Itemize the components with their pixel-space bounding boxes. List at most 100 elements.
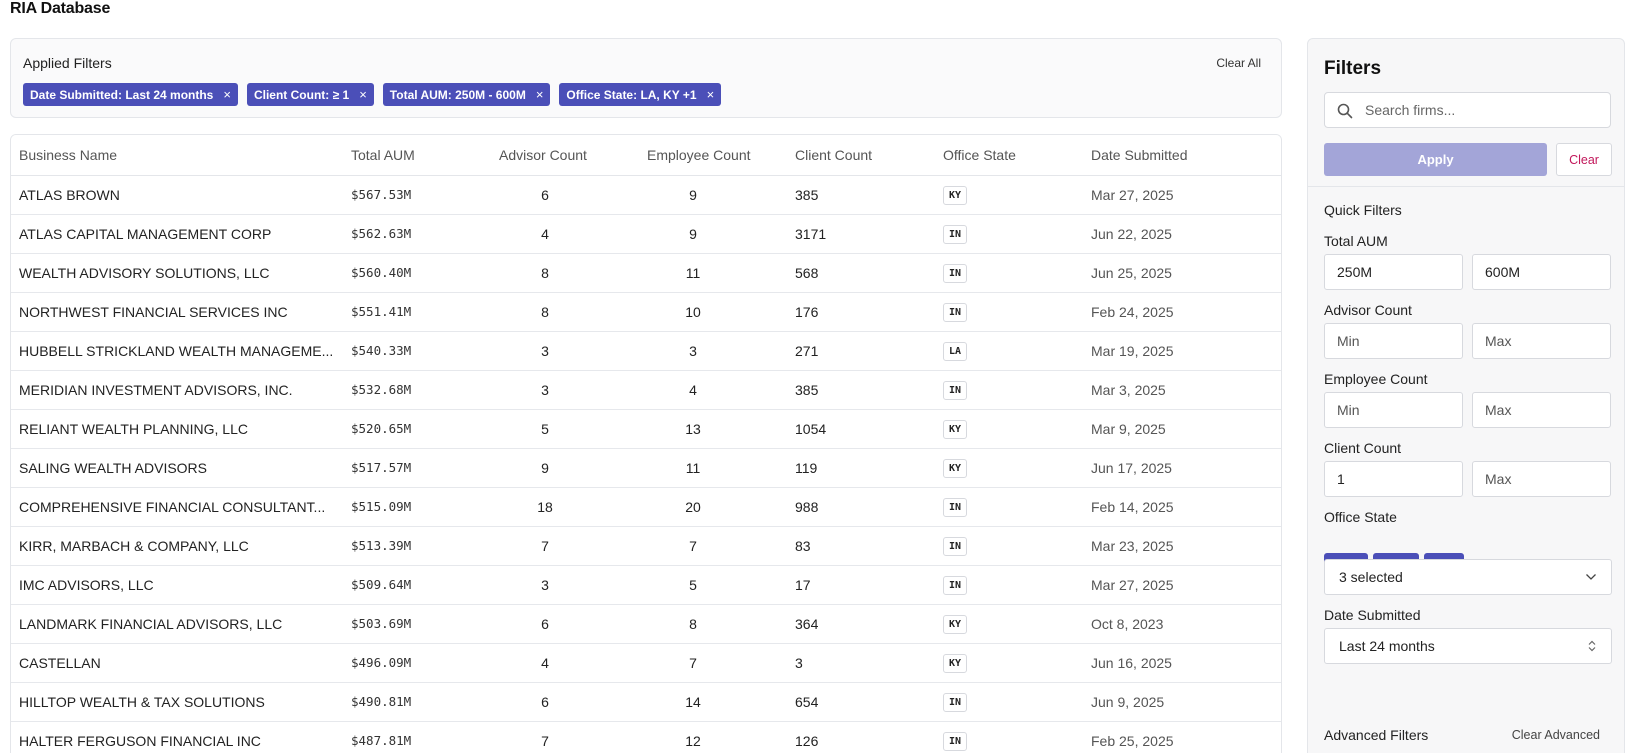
advisor-count-max-input[interactable] bbox=[1472, 323, 1611, 359]
table-row[interactable]: HALTER FERGUSON FINANCIAL INC $487.81M 7 12… bbox=[11, 721, 1281, 753]
remove-chip-icon[interactable]: × bbox=[359, 87, 367, 102]
column-header[interactable]: Client Count bbox=[787, 135, 935, 176]
office-state-cell: IN bbox=[935, 253, 1083, 293]
table-row[interactable]: KIRR, MARBACH & COMPANY, LLC $513.39M 7 7 83… bbox=[11, 526, 1281, 566]
total-aum-cell: $503.69M bbox=[343, 604, 491, 644]
table-row[interactable]: NORTHWEST FINANCIAL SERVICES INC $551.41M… bbox=[11, 292, 1281, 332]
employee-count-cell: 11 bbox=[639, 253, 787, 293]
state-badge: IN bbox=[943, 731, 968, 751]
office-state-select-value: 3 selected bbox=[1339, 569, 1403, 585]
table-row[interactable]: ATLAS BROWN $567.53M 6 9 385 KY Mar 27, 2025 bbox=[11, 175, 1281, 215]
advisor-count-cell: 3 bbox=[491, 331, 639, 371]
applied-filter-chip-label: Total AUM: 250M - 600M bbox=[389, 87, 526, 102]
employee-count-cell: 7 bbox=[639, 643, 787, 683]
column-header[interactable]: Total AUM bbox=[343, 135, 491, 176]
search-input[interactable] bbox=[1365, 93, 1605, 127]
sidebar-header: Filters Apply Clear bbox=[1308, 39, 1624, 187]
advisor-count-cell: 3 bbox=[491, 370, 639, 410]
column-header[interactable]: Business Name bbox=[11, 135, 343, 176]
state-badge: KY bbox=[943, 185, 968, 205]
employee-count-range bbox=[1324, 392, 1612, 428]
table-row[interactable]: WEALTH ADVISORY SOLUTIONS, LLC $560.40M 8 1… bbox=[11, 253, 1281, 293]
applied-filter-chip: Date Submitted: Last 24 months × bbox=[23, 83, 238, 106]
office-state-cell: KY bbox=[935, 175, 1083, 215]
employee-count-max-input[interactable] bbox=[1472, 392, 1611, 428]
office-state-select[interactable]: 3 selected bbox=[1324, 559, 1612, 595]
table-row[interactable]: MERIDIAN INVESTMENT ADVISORS, INC. $532.6… bbox=[11, 370, 1281, 410]
office-state-cell: IN bbox=[935, 487, 1083, 527]
total-aum-cell: $532.68M bbox=[343, 370, 491, 410]
search-icon bbox=[1337, 103, 1353, 119]
client-count-cell: 3171 bbox=[787, 214, 935, 254]
chevron-down-icon bbox=[1586, 574, 1596, 580]
remove-chip-icon[interactable]: × bbox=[536, 87, 544, 102]
client-count-cell: 176 bbox=[787, 292, 935, 332]
table-row[interactable]: SALING WEALTH ADVISORS $517.57M 9 11 119 KY Ju… bbox=[11, 448, 1281, 488]
date-submitted-label: Date Submitted bbox=[1324, 607, 1421, 623]
table-row[interactable]: HILLTOP WEALTH & TAX SOLUTIONS $490.81M 6 1… bbox=[11, 682, 1281, 722]
employee-count-min-input[interactable] bbox=[1324, 392, 1463, 428]
column-header[interactable]: Advisor Count bbox=[491, 135, 639, 176]
office-state-cell: KY bbox=[935, 604, 1083, 644]
state-badge: KY bbox=[943, 419, 968, 439]
client-count-label: Client Count bbox=[1324, 440, 1402, 456]
clear-advanced-button[interactable]: Clear Advanced bbox=[1512, 728, 1600, 742]
table-row[interactable]: CASTELLAN $496.09M 4 7 3 KY Jun 16, 2025 bbox=[11, 643, 1281, 683]
state-badge: IN bbox=[943, 536, 968, 556]
column-header[interactable]: Date Submitted bbox=[1083, 135, 1281, 176]
date-submitted-cell: Jun 9, 2025 bbox=[1083, 682, 1281, 722]
employee-count-cell: 12 bbox=[639, 721, 787, 753]
advisor-count-cell: 4 bbox=[491, 643, 639, 683]
column-header[interactable]: Employee Count bbox=[639, 135, 787, 176]
table-row[interactable]: RELIANT WEALTH PLANNING, LLC $520.65M 5 13 1… bbox=[11, 409, 1281, 449]
employee-count-cell: 5 bbox=[639, 565, 787, 605]
table-row[interactable]: COMPREHENSIVE FINANCIAL CONSULTANT... $51… bbox=[11, 487, 1281, 527]
remove-chip-icon[interactable]: × bbox=[707, 87, 715, 102]
date-submitted-cell: Jun 17, 2025 bbox=[1083, 448, 1281, 488]
client-count-min-input[interactable] bbox=[1324, 461, 1463, 497]
total-aum-cell: $567.53M bbox=[343, 175, 491, 215]
total-aum-label: Total AUM bbox=[1324, 233, 1388, 249]
advisor-count-min-input[interactable] bbox=[1324, 323, 1463, 359]
table-row[interactable]: HUBBELL STRICKLAND WEALTH MANAGEME... $54… bbox=[11, 331, 1281, 371]
advisor-count-cell: 18 bbox=[491, 487, 639, 527]
employee-count-cell: 14 bbox=[639, 682, 787, 722]
table-row[interactable]: LANDMARK FINANCIAL ADVISORS, LLC $503.69M… bbox=[11, 604, 1281, 644]
table-row[interactable]: ATLAS CAPITAL MANAGEMENT CORP $562.63M 4 9 3… bbox=[11, 214, 1281, 254]
total-aum-cell: $509.64M bbox=[343, 565, 491, 605]
advisor-count-cell: 4 bbox=[491, 214, 639, 254]
office-state-cell: KY bbox=[935, 409, 1083, 449]
client-count-cell: 3 bbox=[787, 643, 935, 683]
state-badge: IN bbox=[943, 380, 968, 400]
total-aum-max-input[interactable] bbox=[1472, 254, 1611, 290]
business-name-cell: IMC ADVISORS, LLC bbox=[11, 565, 343, 605]
client-count-cell: 988 bbox=[787, 487, 935, 527]
filters-title: Filters bbox=[1324, 58, 1382, 79]
client-count-cell: 385 bbox=[787, 175, 935, 215]
remove-chip-icon[interactable]: × bbox=[223, 87, 231, 102]
total-aum-cell: $515.09M bbox=[343, 487, 491, 527]
office-state-cell: IN bbox=[935, 370, 1083, 410]
table-row[interactable]: IMC ADVISORS, LLC $509.64M 3 5 17 IN Mar 27, 2… bbox=[11, 565, 1281, 605]
apply-button[interactable]: Apply bbox=[1324, 143, 1547, 176]
column-header[interactable]: Office State bbox=[935, 135, 1083, 176]
business-name-cell: HALTER FERGUSON FINANCIAL INC bbox=[11, 721, 343, 753]
business-name-cell: ATLAS CAPITAL MANAGEMENT CORP bbox=[11, 214, 343, 254]
client-count-cell: 654 bbox=[787, 682, 935, 722]
business-name-cell: COMPREHENSIVE FINANCIAL CONSULTANT... bbox=[11, 487, 343, 527]
total-aum-min-input[interactable] bbox=[1324, 254, 1463, 290]
date-submitted-cell: Jun 25, 2025 bbox=[1083, 253, 1281, 293]
office-state-cell: IN bbox=[935, 682, 1083, 722]
business-name-cell: MERIDIAN INVESTMENT ADVISORS, INC. bbox=[11, 370, 343, 410]
clear-button[interactable]: Clear bbox=[1556, 143, 1612, 176]
client-count-max-input[interactable] bbox=[1472, 461, 1611, 497]
clear-all-button[interactable]: Clear All bbox=[1216, 56, 1261, 70]
date-submitted-cell: Mar 9, 2025 bbox=[1083, 409, 1281, 449]
date-submitted-cell: Mar 19, 2025 bbox=[1083, 331, 1281, 371]
business-name-cell: NORTHWEST FINANCIAL SERVICES INC bbox=[11, 292, 343, 332]
search-box[interactable] bbox=[1324, 92, 1611, 128]
date-submitted-select[interactable]: Last 24 months bbox=[1324, 628, 1612, 664]
business-name-cell: SALING WEALTH ADVISORS bbox=[11, 448, 343, 488]
advisor-count-cell: 5 bbox=[491, 409, 639, 449]
applied-filter-chip: Client Count: ≥ 1 × bbox=[246, 83, 374, 106]
